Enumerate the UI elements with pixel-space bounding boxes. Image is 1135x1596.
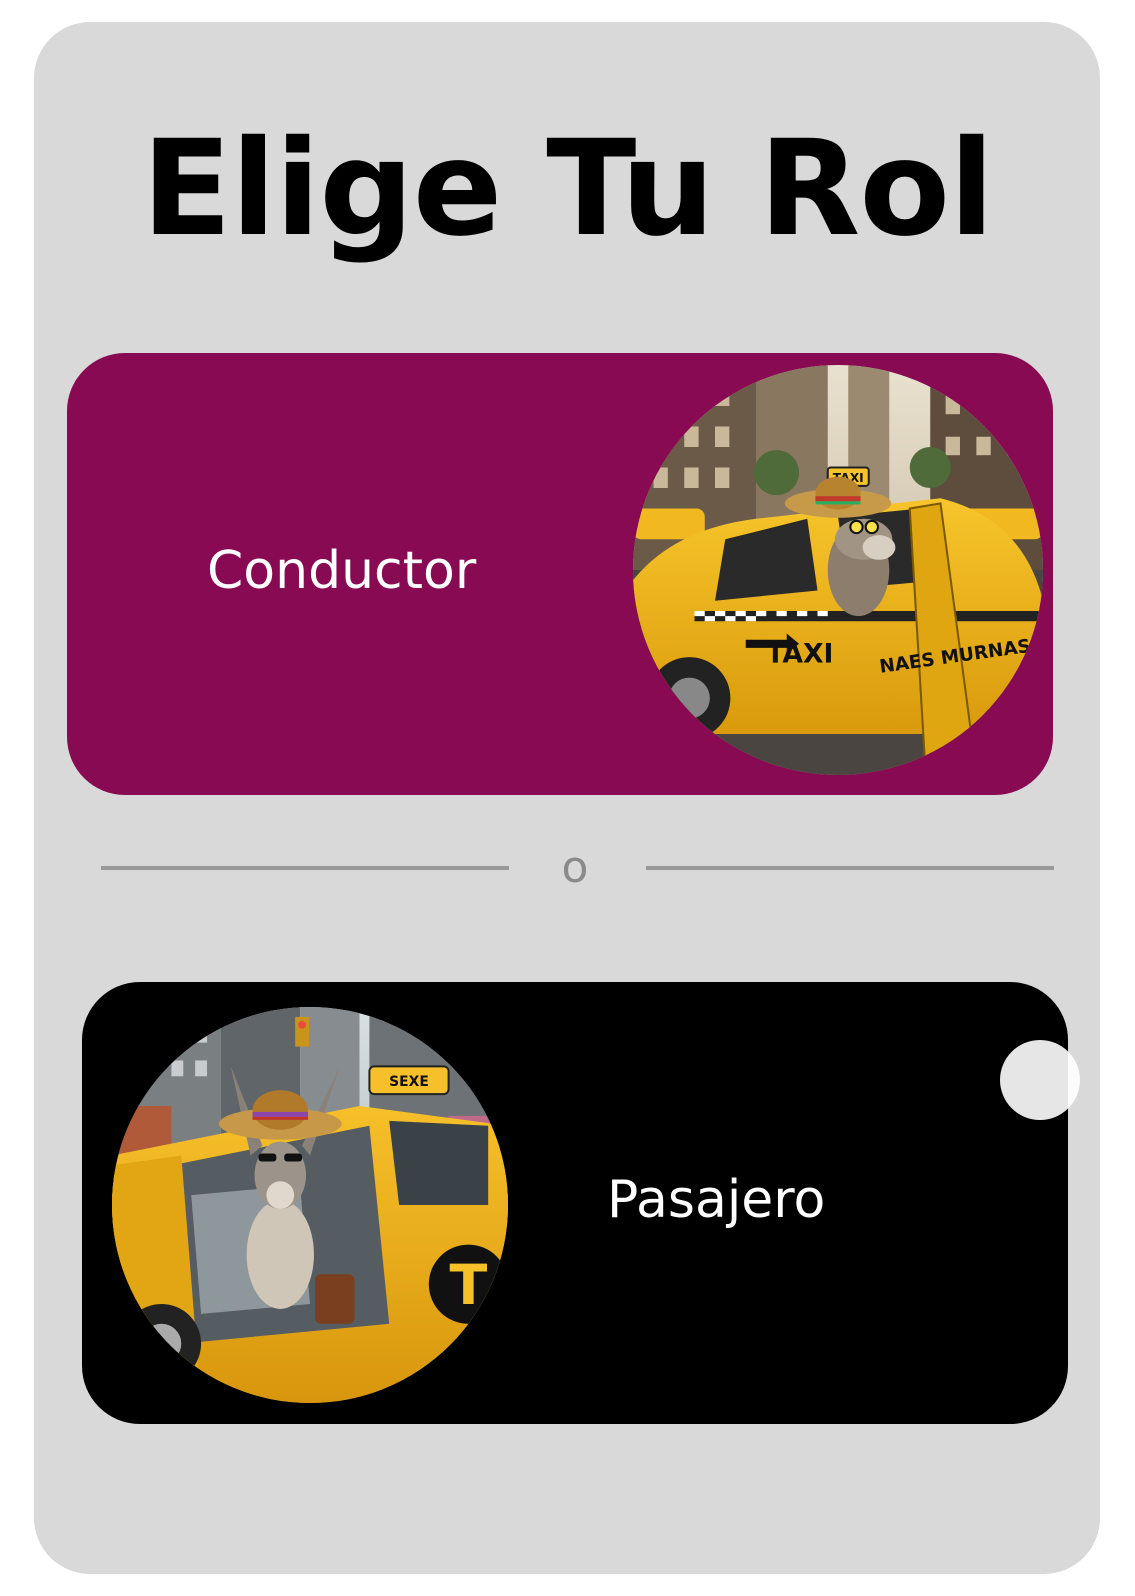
- divider-line-left: [101, 866, 509, 870]
- svg-text:T: T: [449, 1254, 487, 1318]
- divider-line-right: [646, 866, 1054, 870]
- passenger-illustration: SEXE T: [112, 1007, 508, 1403]
- svg-text:SEXE: SEXE: [389, 1074, 429, 1090]
- driver-role-label: Conductor: [207, 541, 477, 601]
- divider-or-text: o: [561, 842, 589, 893]
- driver-illustration: TAXI NAES MURNAS TAXI: [633, 365, 1043, 775]
- driver-role-card[interactable]: Conductor TAXI NAES MURNAS TAXI: [67, 353, 1053, 795]
- passenger-role-label: Pasajero: [607, 1170, 826, 1230]
- passenger-role-card[interactable]: SEXE T Pasajero: [82, 982, 1068, 1424]
- decorative-circle: [1000, 1040, 1080, 1120]
- page-title: Elige Tu Rol: [141, 112, 995, 266]
